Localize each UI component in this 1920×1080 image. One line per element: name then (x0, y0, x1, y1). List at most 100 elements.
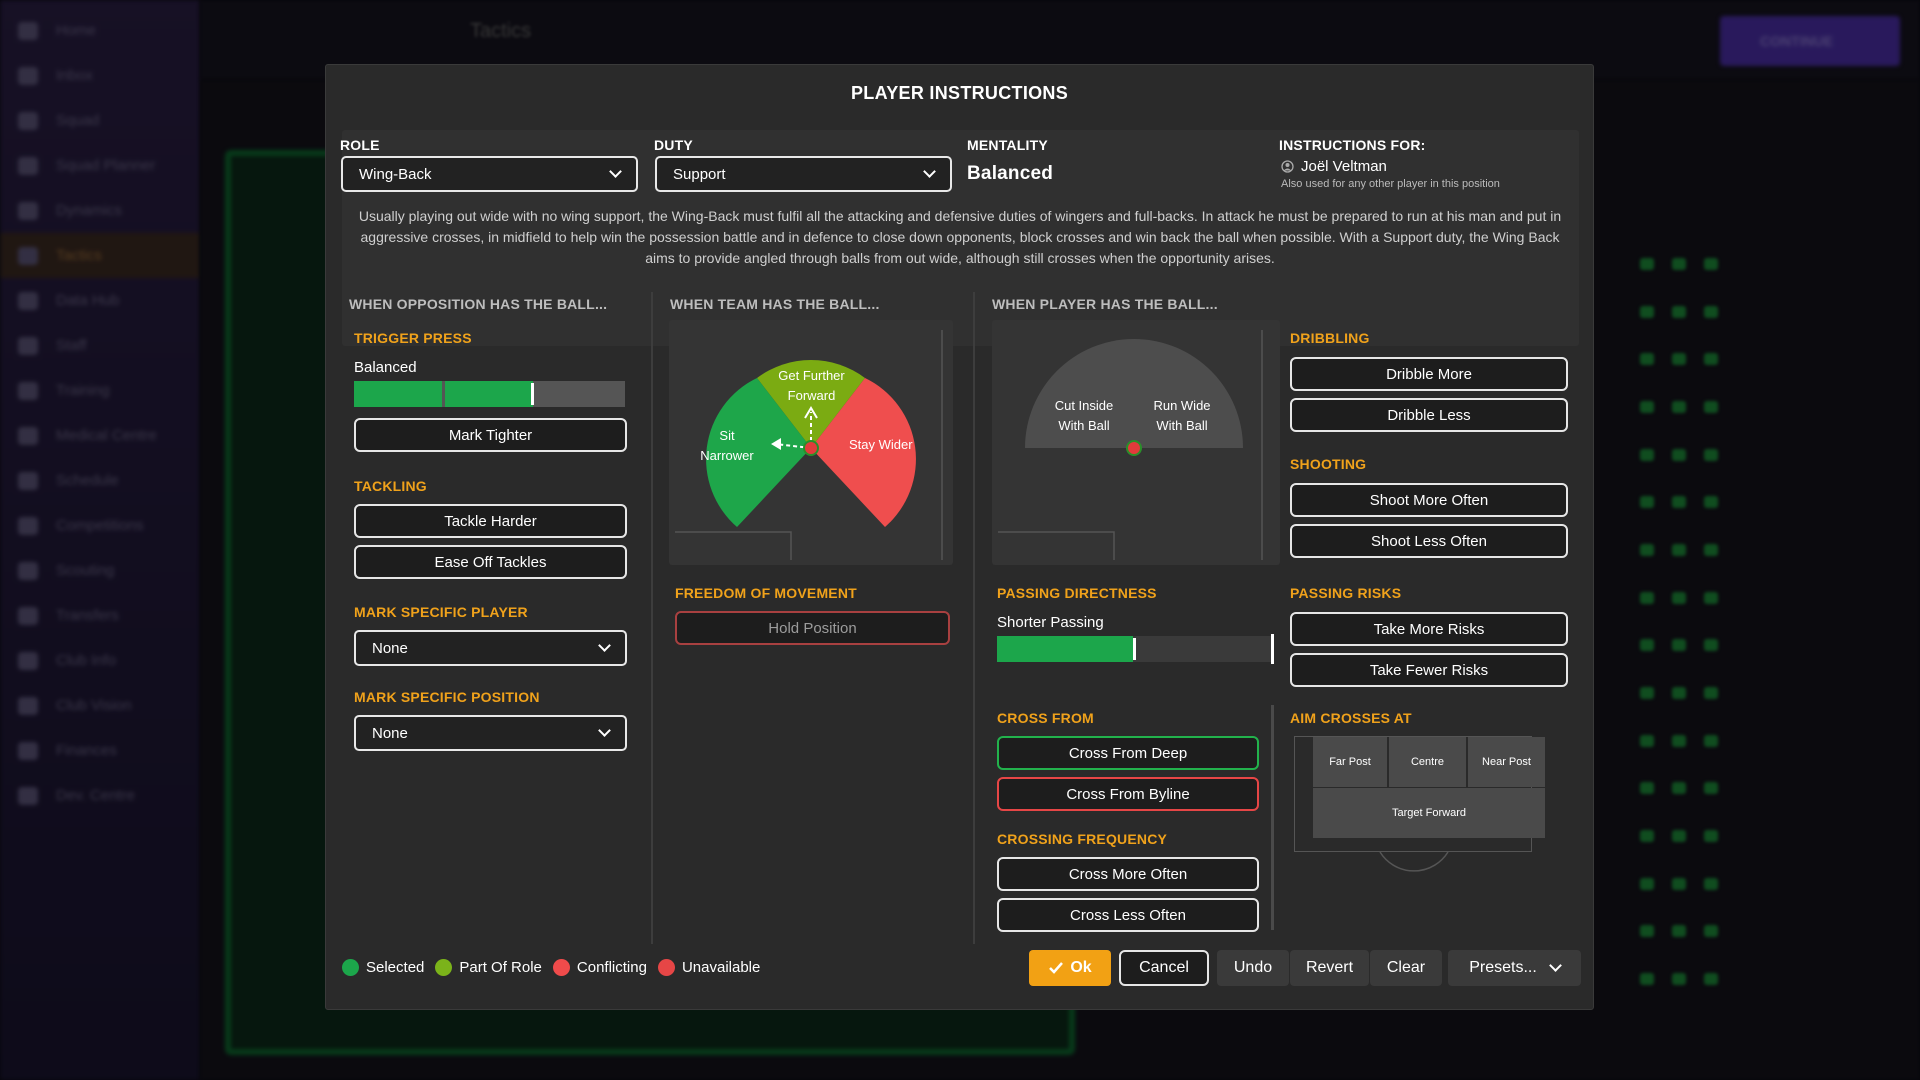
cut-text-1: Cut Inside (1054, 398, 1114, 413)
column-divider (651, 292, 653, 944)
legend-conflicting: Conflicting (576, 959, 647, 976)
trigger-press-slider[interactable] (354, 381, 625, 407)
conflicting-dot (552, 959, 570, 976)
mentality-value: Balanced (967, 163, 1054, 184)
wide-text-2: With Ball (1156, 418, 1208, 433)
legend-part-of-role: Part Of Role (459, 959, 542, 976)
part-of-role-dot (435, 959, 453, 976)
role-label: ROLE (340, 137, 380, 153)
shoot-more-often-button[interactable]: Shoot More Often (1290, 483, 1568, 517)
dialog-title: PLAYER INSTRUCTIONS (850, 83, 1069, 103)
ok-button[interactable]: Ok (1029, 950, 1111, 986)
role-description: Usually playing out wide with no wing su… (358, 208, 1562, 266)
sit-narrower-label: Sit Narrower (699, 426, 755, 466)
slider-fill (997, 636, 1133, 662)
slider-fill (354, 381, 443, 407)
narrow-text-2: Narrower (700, 448, 754, 463)
duty-select[interactable]: Support (655, 156, 952, 192)
get-further-forward-label: Get Further Forward (759, 366, 864, 406)
unavailable-dot (657, 959, 675, 976)
centre-target[interactable]: Centre (1389, 737, 1467, 787)
slider-handle[interactable] (1132, 638, 1136, 660)
role-select[interactable]: Wing-Back (341, 156, 638, 192)
far-post-target[interactable]: Far Post (1313, 737, 1388, 787)
slider-handle[interactable] (530, 383, 534, 405)
instructions-note: Also used for any other player in this p… (1281, 178, 1500, 190)
mark-player-value: None (372, 639, 408, 657)
role-value: Wing-Back (359, 165, 432, 183)
revert-button[interactable]: Revert (1290, 950, 1369, 986)
tackle-harder-button[interactable]: Tackle Harder (354, 504, 627, 538)
player-instructions-dialog: PLAYER INSTRUCTIONS ROLE Wing-Back DUTY … (325, 64, 1594, 1010)
stay-wider-label: Stay Wider (849, 437, 913, 452)
slider-end-marker (1271, 634, 1274, 664)
shooting-label: SHOOTING (1290, 456, 1367, 472)
cut-text-2: With Ball (1058, 418, 1110, 433)
player-name: Joël Veltman (1301, 158, 1387, 175)
trigger-press-label: TRIGGER PRESS (354, 330, 472, 346)
clear-button[interactable]: Clear (1370, 950, 1442, 986)
cross-more-often-button[interactable]: Cross More Often (997, 857, 1259, 891)
instructions-for-label: INSTRUCTIONS FOR: (1279, 137, 1426, 153)
narrow-text-1: Sit (719, 428, 735, 443)
mark-position-value: None (372, 724, 408, 742)
chevron-down-icon (1548, 959, 1562, 972)
check-icon (1049, 962, 1064, 974)
dribbling-label: DRIBBLING (1290, 330, 1370, 346)
cross-from-deep-button[interactable]: Cross From Deep (997, 736, 1259, 770)
aim-crosses-label: AIM CROSSES AT (1290, 710, 1412, 726)
column-divider (973, 292, 975, 944)
cross-from-label: CROSS FROM (997, 710, 1094, 726)
instructions-player: Joël Veltman (1281, 158, 1387, 175)
crossing-frequency-label: CROSSING FREQUENCY (997, 831, 1168, 847)
mentality-label: MENTALITY (967, 137, 1048, 153)
hold-position-button[interactable]: Hold Position (675, 611, 950, 645)
ease-off-tackles-button[interactable]: Ease Off Tackles (354, 545, 627, 579)
near-post-target[interactable]: Near Post (1468, 737, 1545, 787)
take-fewer-risks-button[interactable]: Take Fewer Risks (1290, 653, 1568, 687)
undo-button[interactable]: Undo (1217, 950, 1289, 986)
ok-label: Ok (1070, 959, 1092, 976)
trigger-press-value: Balanced (354, 359, 417, 376)
duty-value: Support (673, 165, 726, 183)
scrollbar[interactable] (1271, 705, 1274, 930)
dribble-more-button[interactable]: Dribble More (1290, 357, 1568, 391)
team-movement-dial[interactable]: Get Further Forward Sit Narrower Stay Wi… (669, 320, 953, 565)
chevron-down-icon (609, 165, 622, 178)
passing-directness-value: Shorter Passing (997, 614, 1104, 631)
player-dribble-dial[interactable]: Cut Inside With Ball Run Wide With Ball (992, 320, 1280, 565)
mark-player-select[interactable]: None (354, 630, 627, 666)
chevron-down-icon (923, 165, 936, 178)
freedom-label: FREEDOM OF MOVEMENT (675, 585, 857, 601)
mark-position-select[interactable]: None (354, 715, 627, 751)
mark-position-label: MARK SPECIFIC POSITION (354, 689, 540, 705)
take-more-risks-button[interactable]: Take More Risks (1290, 612, 1568, 646)
presets-button[interactable]: Presets... (1448, 950, 1581, 986)
slider-fill (445, 381, 533, 407)
duty-label: DUTY (654, 137, 693, 153)
wide-text-1: Run Wide (1153, 398, 1211, 413)
legend: Selected Part Of Role Conflicting Unavai… (342, 959, 760, 976)
cross-from-byline-button[interactable]: Cross From Byline (997, 777, 1259, 811)
legend-selected: Selected (366, 959, 425, 976)
target-forward-target[interactable]: Target Forward (1313, 788, 1545, 838)
cross-less-often-button[interactable]: Cross Less Often (997, 898, 1259, 932)
passing-directness-label: PASSING DIRECTNESS (997, 585, 1157, 601)
cancel-button[interactable]: Cancel (1119, 950, 1209, 986)
presets-label: Presets... (1469, 959, 1537, 976)
mark-tighter-button[interactable]: Mark Tighter (354, 418, 627, 452)
dribble-less-button[interactable]: Dribble Less (1290, 398, 1568, 432)
forward-text: Get Further Forward (778, 368, 845, 403)
player-position-marker[interactable] (1126, 440, 1142, 456)
tackling-label: TACKLING (354, 478, 427, 494)
player-position-marker[interactable] (803, 440, 819, 456)
chevron-down-icon (598, 639, 611, 652)
cut-inside-label: Cut Inside With Ball (1044, 396, 1124, 436)
aim-crosses-pitch: Far Post Centre Near Post Target Forward (1294, 736, 1545, 872)
passing-directness-slider[interactable] (997, 634, 1274, 664)
opposition-heading: WHEN OPPOSITION HAS THE BALL... (349, 296, 608, 312)
shoot-less-often-button[interactable]: Shoot Less Often (1290, 524, 1568, 558)
chevron-down-icon (598, 724, 611, 737)
team-heading: WHEN TEAM HAS THE BALL... (670, 296, 880, 312)
passing-risks-label: PASSING RISKS (1290, 585, 1402, 601)
